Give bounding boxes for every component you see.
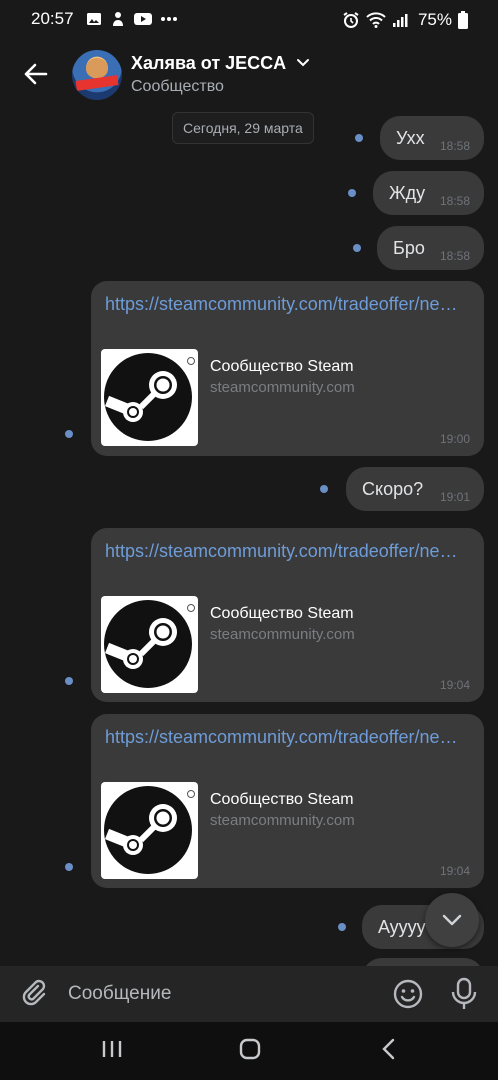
chat-title[interactable]: Халява от JECCA [131,53,286,74]
notification-icon [113,12,123,26]
recent-apps-icon[interactable] [101,1038,123,1060]
steam-logo-icon[interactable] [101,349,198,446]
message-text: Бро [393,238,425,258]
steam-logo-icon[interactable] [101,596,198,693]
message-time: 19:04 [439,678,470,692]
message-time: 19:01 [439,490,470,504]
nav-back-icon[interactable] [381,1038,397,1060]
status-time: 20:57 [31,9,74,28]
status-bar: 20:57 75% [0,0,498,40]
battery-percentage: 75% [417,10,452,29]
message-time: 18:58 [439,249,470,263]
alarm-icon [343,12,359,28]
message-bubble[interactable]: Жду 18:58 [373,171,484,215]
community-avatar[interactable] [72,50,122,100]
unread-dot [353,244,361,252]
message-time: 19:00 [439,432,470,446]
unread-dot [355,134,363,142]
chat-header: Халява от JECCA Сообщество [0,40,498,108]
message-input[interactable] [68,980,368,1008]
message-text: Ayyyy [378,917,426,937]
link-message[interactable]: https://steamcommunity.com/tradeoffer/ne… [91,714,484,888]
attach-icon[interactable] [18,978,50,1010]
microphone-icon[interactable] [450,977,478,1011]
youtube-icon [134,13,152,25]
unread-dot [65,677,73,685]
message-time: 18:58 [439,139,470,153]
unread-dot [65,430,73,438]
unread-dot [65,863,73,871]
message-composer [0,966,498,1022]
system-nav-bar [0,1022,498,1080]
link-url[interactable]: https://steamcommunity.com/tradeoffer/ne… [105,724,475,750]
chat-subtitle: Сообщество [131,78,224,95]
unread-dot [320,485,328,493]
message-time: 19:04 [439,864,470,878]
snippet-title: Сообщество Steam [210,358,354,375]
scroll-down-button[interactable] [425,893,479,947]
link-url[interactable]: https://steamcommunity.com/tradeoffer/ne… [105,291,475,317]
link-message[interactable]: https://steamcommunity.com/tradeoffer/ne… [91,528,484,702]
battery-icon [458,11,468,29]
link-url[interactable]: https://steamcommunity.com/tradeoffer/ne… [105,538,475,564]
snippet-title: Сообщество Steam [210,605,354,622]
message-time: 18:58 [439,194,470,208]
snippet-domain: steamcommunity.com [210,379,355,396]
wifi-icon [366,12,386,28]
message-bubble[interactable]: Ухх 18:58 [380,116,484,160]
back-arrow-icon[interactable] [18,56,54,92]
gallery-icon [87,13,101,25]
snippet-domain: steamcommunity.com [210,626,355,643]
signal-icon [392,14,408,27]
date-separator: Сегодня, 29 марта [172,112,314,144]
message-text: Скоро? [362,479,424,499]
snippet-domain: steamcommunity.com [210,812,355,829]
chevron-down-icon [442,914,462,926]
snippet-title: Сообщество Steam [210,791,354,808]
more-dots-icon [161,17,177,21]
unread-dot [338,923,346,931]
emoji-icon[interactable] [392,978,424,1010]
message-bubble[interactable]: Скоро? 19:01 [346,467,484,511]
unread-dot [348,189,356,197]
message-text: Жду [389,183,426,203]
home-icon[interactable] [239,1038,261,1060]
message-bubble[interactable]: Бро 18:58 [377,226,484,270]
link-message[interactable]: https://steamcommunity.com/tradeoffer/ne… [91,281,484,456]
message-text: Ухх [396,128,425,148]
steam-logo-icon[interactable] [101,782,198,879]
chevron-down-icon[interactable] [296,58,310,68]
